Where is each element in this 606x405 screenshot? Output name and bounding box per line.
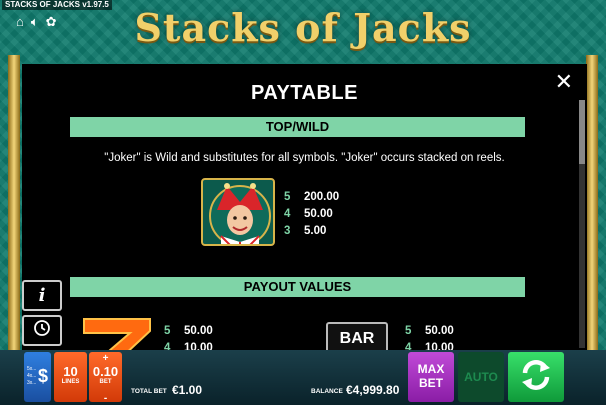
pay-row: 4 10.00 [405,339,454,351]
max-bet-label: MAX [417,362,445,376]
lines-value: 10 [63,364,78,379]
bar-symbol-icon: BAR [326,322,388,350]
pay-row: 4 10.00 [164,339,213,351]
scrollbar[interactable] [579,100,585,348]
history-button[interactable] [22,315,62,346]
lines-label: LINES [61,379,80,385]
stake-mini: 4x... [27,373,37,379]
pay-count: 4 [284,207,291,220]
pay-count: 5 [405,324,412,337]
pay-value: 10.00 [184,341,213,351]
paytable-title: PAYTABLE [251,82,358,104]
bet-plus-icon[interactable]: + [89,353,122,364]
pay-row: 4 50.00 [284,205,339,222]
stake-mini: 5x... [27,366,37,372]
pay-count: 4 [164,341,171,351]
pay-count: 5 [284,190,291,203]
wild-description: "Joker" is Wild and substitutes for all … [104,152,505,164]
info-button[interactable]: i [22,280,62,311]
bet-label: BET [99,379,112,385]
max-bet-button[interactable]: MAX BET [408,352,454,402]
paytable-panel: ✕ PAYTABLE TOP/WILD "Joker" is Wild and … [22,64,587,350]
pay-row: 5 50.00 [405,322,454,339]
balance-value: €4,999.80 [346,383,400,397]
pay-value: 5.00 [304,224,327,237]
bet-value: 0.10 [92,364,119,379]
auto-button[interactable]: AUTO [458,352,504,402]
info-icon: i [38,285,46,306]
dollar-icon: $ [37,366,48,386]
pay-value: 10.00 [425,341,454,351]
spin-icon [517,356,555,399]
pay-count: 3 [284,224,291,237]
pay-value: 200.00 [304,190,340,203]
bet-minus-icon[interactable]: - [89,393,122,404]
stake-mini: 3x... [27,380,37,386]
total-bet-value: €1.00 [172,383,203,397]
pay-row: 3 5.00 [284,222,339,239]
right-pillar [586,55,598,355]
bet-button[interactable]: + 0.10 BET - [89,352,122,404]
left-pillar [8,55,20,355]
max-bet-label: BET [419,376,443,390]
total-bet-label: TOTAL BET [131,388,167,395]
bar-pays: 5 50.00 4 10.00 [405,322,454,351]
pay-value: 50.00 [425,324,454,337]
stake-mini-list: 5x... 4x... 3x... [27,366,36,387]
history-icon [33,319,51,342]
section-top-wild: TOP/WILD [70,117,525,137]
pay-value: 50.00 [184,324,213,337]
pay-row: 5 200.00 [284,188,339,205]
spin-button[interactable] [508,352,564,402]
pay-value: 50.00 [304,207,333,220]
pay-row: 5 50.00 [164,322,213,339]
pay-count: 4 [405,341,412,351]
lines-button[interactable]: 10 LINES [54,352,87,402]
balance-label: BALANCE [311,388,343,395]
seven-symbol-icon [82,317,152,350]
seven-pays: 5 50.00 4 10.00 [164,322,213,351]
pay-count: 5 [164,324,171,337]
joker-symbol-icon [201,178,275,246]
wild-pays: 5 200.00 4 50.00 3 5.00 [284,188,339,239]
stake-button[interactable]: 5x... 4x... 3x... $ [24,352,51,402]
section-payout-values: PAYOUT VALUES [70,277,525,297]
game-logo: Stacks of Jacks [134,5,472,50]
